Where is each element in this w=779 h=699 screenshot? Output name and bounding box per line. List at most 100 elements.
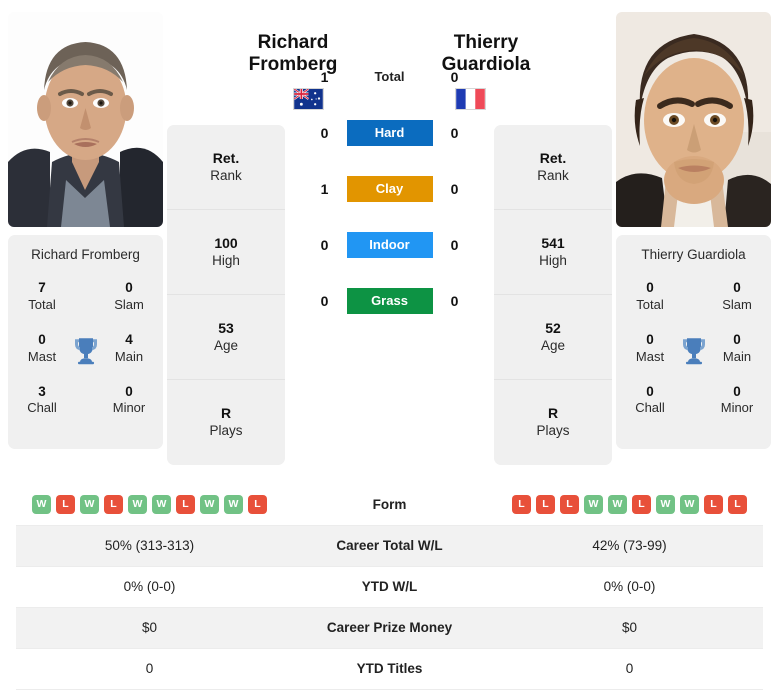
info-value: 541 xyxy=(541,234,565,251)
left-player-card-name: Richard Fromberg xyxy=(31,247,140,262)
info-high: 541 High xyxy=(494,210,612,295)
right-titles-grid: 0 Total 0 Slam 0 Mast 0 Main 0 Chall 0 M… xyxy=(622,280,765,417)
stat-label: Mast xyxy=(635,348,665,364)
h2h-surface-indoor[interactable]: Indoor xyxy=(346,232,433,258)
h2h-surface-clay[interactable]: Clay xyxy=(346,176,433,202)
form-badge-win: W xyxy=(32,494,51,514)
stat-mast: 0 Mast xyxy=(14,332,70,366)
left-value: 0% (0-0) xyxy=(16,566,283,608)
head-to-head-column: Richard Fromberg Thierry Guardiola 1 Tot… xyxy=(249,12,530,344)
info-value: Ret. xyxy=(539,149,567,166)
h2h-row-clay: 1 Clay 0 xyxy=(308,176,472,202)
titles-row: 0 Total 0 Slam xyxy=(622,280,765,314)
stat-value: 0 xyxy=(125,280,133,295)
stat-label: Minor xyxy=(112,400,146,416)
form-badge-win: W xyxy=(680,494,699,514)
stat-label: Mast xyxy=(27,348,57,364)
info-age: 52 Age xyxy=(494,295,612,380)
flag-france-icon xyxy=(455,88,486,110)
stat-slam: 0 Slam xyxy=(709,280,765,314)
h2h-right-score: 0 xyxy=(450,125,459,141)
stat-minor: 0 Minor xyxy=(709,384,765,418)
stat-minor: 0 Minor xyxy=(101,384,157,418)
h2h-left-score: 1 xyxy=(320,181,329,197)
form-badge-win: W xyxy=(608,494,627,514)
info-label: High xyxy=(539,252,567,268)
info-rank: Ret. Rank xyxy=(167,125,285,210)
form-badge-loss: L xyxy=(248,494,267,514)
row-label: YTD Titles xyxy=(283,648,496,690)
left-info-column: Ret. Rank 100 High 53 Age R Plays xyxy=(167,12,285,465)
info-label: Age xyxy=(540,337,566,353)
info-value: R xyxy=(220,405,232,422)
stat-slam: 0 Slam xyxy=(101,280,157,314)
titles-row: 3 Chall 0 Minor xyxy=(14,384,157,418)
right-info-column: Ret. Rank 541 High 52 Age R Plays xyxy=(494,12,612,465)
info-plays: R Plays xyxy=(494,380,612,465)
table-row-career-total-wl: 50% (313-313) Career Total W/L 42% (73-9… xyxy=(16,525,763,567)
form-badge-loss: L xyxy=(176,494,195,514)
h2h-right-score: 0 xyxy=(450,293,459,309)
stat-value: 0 xyxy=(733,280,741,295)
stat-value: 0 xyxy=(733,383,741,399)
right-form-cell: LLLWWLWWLL xyxy=(496,484,763,526)
stat-value: 0 xyxy=(125,383,133,399)
row-label: Career Prize Money xyxy=(283,607,496,649)
h2h-left-score: 0 xyxy=(320,125,329,141)
h2h-row-grass: 0 Grass 0 xyxy=(308,288,472,314)
right-player-photo[interactable] xyxy=(616,12,771,227)
left-form-cell: WLWLWWLWWL xyxy=(16,484,283,526)
form-badge-win: W xyxy=(152,494,171,514)
stat-total: 7 Total xyxy=(14,280,70,314)
form-badge-win: W xyxy=(128,494,147,514)
info-value: 100 xyxy=(214,234,238,251)
table-row-ytd-wl: 0% (0-0) YTD W/L 0% (0-0) xyxy=(16,566,763,608)
form-badge-loss: L xyxy=(728,494,747,514)
left-titles-card: Richard Fromberg 7 Total 0 Slam 0 Mast 4… xyxy=(8,235,163,450)
h2h-right-score: 0 xyxy=(450,181,459,197)
form-badge-loss: L xyxy=(536,494,555,514)
stat-chall: 3 Chall xyxy=(14,384,70,418)
stat-label: Total xyxy=(28,296,56,312)
left-value: 50% (313-313) xyxy=(16,525,283,567)
stat-total: 0 Total xyxy=(622,280,678,314)
left-value: 0 xyxy=(16,648,283,690)
info-value: Ret. xyxy=(212,149,240,166)
right-player-card-name: Thierry Guardiola xyxy=(641,247,746,262)
stat-value: 0 xyxy=(38,331,46,347)
stat-value: 7 xyxy=(38,280,46,295)
player-comparison-page: Richard Fromberg 7 Total 0 Slam 0 Mast 4… xyxy=(0,0,779,699)
info-value: 52 xyxy=(545,319,561,336)
right-titles-card: Thierry Guardiola 0 Total 0 Slam 0 Mast … xyxy=(616,235,771,450)
right-player-name-line1: Thierry xyxy=(453,32,519,53)
left-player-name-line1: Richard xyxy=(257,32,329,53)
form-badge-loss: L xyxy=(632,494,651,514)
stat-value: 0 xyxy=(646,383,654,399)
info-label: High xyxy=(212,252,240,268)
stat-label: Main xyxy=(722,348,752,364)
h2h-surface-hard[interactable]: Hard xyxy=(346,120,433,146)
stat-value: 0 xyxy=(733,331,741,347)
left-player-name-line2: Fromberg xyxy=(248,54,338,76)
titles-row: 7 Total 0 Slam xyxy=(14,280,157,314)
info-age: 53 Age xyxy=(167,295,285,380)
right-info-card: Ret. Rank 541 High 52 Age R Plays xyxy=(494,125,612,465)
form-badge-loss: L xyxy=(704,494,723,514)
left-player-photo[interactable] xyxy=(8,12,163,227)
right-value: $0 xyxy=(496,607,763,649)
stat-mast: 0 Mast xyxy=(622,332,678,366)
info-label: Plays xyxy=(536,423,570,439)
stat-label: Chall xyxy=(27,400,57,416)
form-badge-win: W xyxy=(584,494,603,514)
stat-label: Chall xyxy=(635,400,665,416)
stat-chall: 0 Chall xyxy=(622,384,678,418)
stat-main: 4 Main xyxy=(101,332,157,366)
table-row-ytd-titles: 0 YTD Titles 0 xyxy=(16,648,763,690)
right-player-name-line2: Guardiola xyxy=(441,54,531,76)
left-player-name: Richard Fromberg xyxy=(229,32,357,77)
h2h-surface-grass[interactable]: Grass xyxy=(346,288,433,314)
right-value: 0 xyxy=(496,648,763,690)
info-label: Rank xyxy=(537,167,569,183)
h2h-left-score: 0 xyxy=(320,237,329,253)
right-value: 0% (0-0) xyxy=(496,566,763,608)
